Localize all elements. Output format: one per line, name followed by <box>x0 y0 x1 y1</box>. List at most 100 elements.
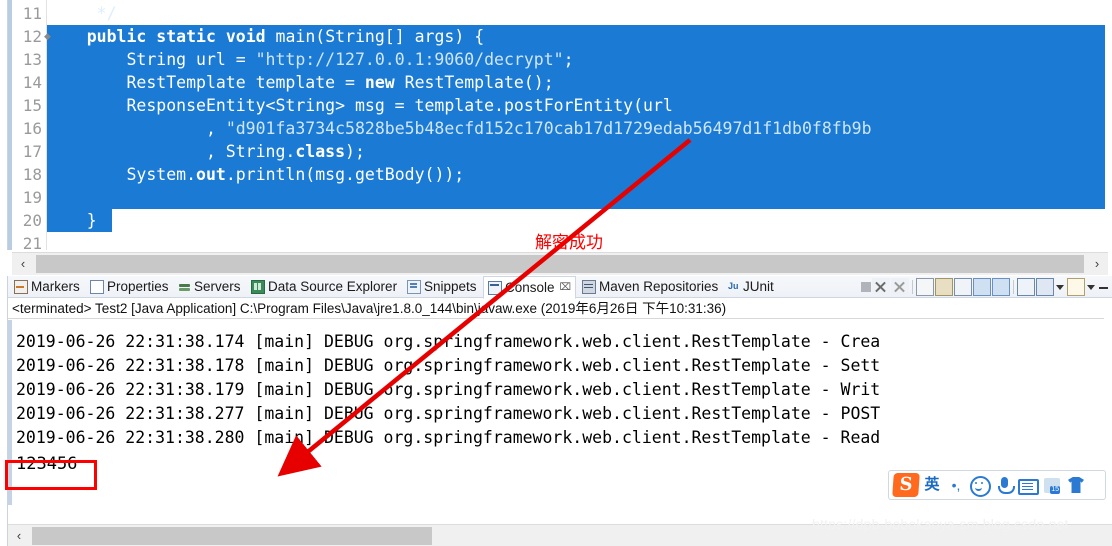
console-view-toolbar[interactable] <box>861 277 1110 296</box>
line-number: 14 <box>22 73 42 92</box>
tab-snippets[interactable]: Snippets <box>403 276 481 297</box>
code-editor[interactable]: 11 12 13 14 15 16 17 18 19 20 21 */ public static … <box>0 0 1112 250</box>
eclipse-ide-screenshot: 11 12 13 14 15 16 17 18 19 20 21 */ public static … <box>0 0 1112 546</box>
microphone-icon <box>997 477 1015 494</box>
tab-label: Maven Repositories <box>599 279 719 294</box>
tab-servers[interactable]: Servers <box>175 276 245 297</box>
soft-keyboard-button[interactable] <box>1017 473 1039 497</box>
sogou-logo-icon[interactable]: S <box>892 473 920 497</box>
maven-icon <box>582 279 596 294</box>
show-console-on-output-icon[interactable] <box>954 277 972 296</box>
editor-code-area[interactable]: */ public static void main(String[] args… <box>47 0 1105 250</box>
tab-data-source-explorer[interactable]: Data Source Explorer <box>247 276 401 297</box>
editor-selection-tail-cover <box>112 209 1105 232</box>
scrollbar-thumb[interactable] <box>36 255 1084 273</box>
tab-maven-repositories[interactable]: Maven Repositories <box>578 276 722 297</box>
code-line[interactable]: System.out.println(msg.getBody()); <box>47 163 464 186</box>
line-number: 21 <box>22 234 42 250</box>
display-selected-console-icon[interactable] <box>992 277 1010 296</box>
junit-icon: Ju <box>728 280 739 291</box>
clear-console-icon[interactable] <box>916 277 934 296</box>
code-line[interactable]: */ <box>47 2 117 25</box>
sogou-ime-toolbar[interactable]: S 英 •, <box>888 470 1106 500</box>
line-number: 20 <box>22 211 42 230</box>
punctuation-button[interactable]: •, <box>945 473 967 497</box>
new-console-view-icon[interactable] <box>1036 277 1054 296</box>
launch-status-line: <terminated> Test2 [Java Application] C:… <box>8 298 1104 319</box>
toolbar-separator-2 <box>1013 279 1014 294</box>
console-scroll-left-arrow-icon[interactable]: ‹ <box>8 525 30 546</box>
minimize-icon[interactable] <box>1098 279 1110 295</box>
line-number: 11 <box>22 4 42 23</box>
remove-all-terminated-icon[interactable] <box>891 277 909 296</box>
open-console-icon[interactable] <box>1017 277 1035 296</box>
view-tab-bar[interactable]: Markers Properties Servers Data Source Expl… <box>8 276 1112 299</box>
scroll-lock-icon[interactable] <box>935 277 953 296</box>
code-line[interactable]: public static void main(String[] args) { <box>47 25 484 48</box>
tab-label: Data Source Explorer <box>268 279 398 294</box>
line-number: 19 <box>22 188 42 207</box>
remove-launch-icon[interactable] <box>872 277 890 296</box>
tab-label: JUnit <box>743 279 774 294</box>
view-menu-dropdown-icon[interactable] <box>1086 279 1097 295</box>
tab-markers[interactable]: Markers <box>10 276 84 297</box>
open-console-dropdown-icon[interactable] <box>1055 279 1066 295</box>
editor-horizontal-scrollbar[interactable]: ‹ › <box>12 252 1108 275</box>
tab-label: Snippets <box>424 279 477 294</box>
markers-icon <box>14 279 28 294</box>
pin-console-icon[interactable] <box>973 277 991 296</box>
code-line[interactable]: , String.class); <box>47 140 365 163</box>
annotation-label: 解密成功 <box>535 233 603 253</box>
calendar-button[interactable] <box>1041 473 1063 497</box>
tab-label: Markers <box>31 279 80 294</box>
terminate-icon[interactable] <box>861 281 871 292</box>
console-output-area[interactable]: 2019-06-26 22:31:38.174 [main] DEBUG org… <box>8 320 1112 546</box>
line-number: 13 <box>22 50 42 69</box>
watermark-text: https://dpb-bobokaoya-sm.blog.csdn.net <box>812 516 1069 532</box>
tab-console[interactable]: Console ⌧ <box>483 276 576 299</box>
line-number: 12 <box>22 27 42 46</box>
console-scrollbar-thumb[interactable] <box>32 527 432 545</box>
tab-label: Console <box>505 280 555 295</box>
scroll-left-arrow-icon[interactable]: ‹ <box>12 253 34 275</box>
code-line[interactable]: String url = "http://127.0.0.1:9060/decr… <box>47 48 573 71</box>
code-fold-marker-icon[interactable]: ◆ <box>44 25 52 48</box>
servers-icon <box>179 281 191 293</box>
skin-button[interactable] <box>1065 473 1087 497</box>
tab-label: Properties <box>107 279 169 294</box>
bottom-view-panel: Markers Properties Servers Data Source Expl… <box>0 276 1112 546</box>
tab-junit[interactable]: Ju JUnit <box>724 276 778 297</box>
language-mode-button[interactable]: 英 <box>921 473 943 497</box>
console-log-line: 2019-06-26 22:31:38.280 [main] DEBUG org… <box>16 428 881 447</box>
code-line[interactable]: } <box>47 209 97 232</box>
tab-properties[interactable]: Properties <box>86 276 173 297</box>
line-number: 18 <box>22 165 42 184</box>
tshirt-icon <box>1068 477 1084 493</box>
code-line[interactable]: , "d901fa3734c5828be5b48ecfd152c170cab17… <box>47 117 872 140</box>
toolbar-separator <box>912 279 913 294</box>
close-icon[interactable]: ⌧ <box>560 282 572 293</box>
voice-input-button[interactable] <box>993 473 1015 497</box>
properties-icon <box>90 279 104 294</box>
calendar-icon <box>1044 478 1060 494</box>
line-number: 16 <box>22 119 42 138</box>
console-log-line: 2019-06-26 22:31:38.178 [main] DEBUG org… <box>16 356 881 375</box>
code-line[interactable]: RestTemplate template = new RestTemplate… <box>47 71 553 94</box>
emoji-button[interactable] <box>969 473 991 497</box>
console-log-line: 2019-06-26 22:31:38.277 [main] DEBUG org… <box>16 404 881 423</box>
scroll-right-arrow-icon[interactable]: › <box>1086 253 1108 275</box>
snippets-icon <box>407 279 421 294</box>
line-number: 17 <box>22 142 42 161</box>
smiley-icon <box>969 476 991 497</box>
editor-line-number-gutter: 11 12 13 14 15 16 17 18 19 20 21 <box>12 0 47 250</box>
console-log-line: 2019-06-26 22:31:38.174 [main] DEBUG org… <box>16 332 881 351</box>
code-line[interactable]: ResponseEntity<String> msg = template.po… <box>47 94 672 117</box>
panel-left-edge <box>0 276 8 546</box>
tab-label: Servers <box>194 279 241 294</box>
editor-left-edge <box>0 0 8 250</box>
database-icon <box>251 279 265 294</box>
line-number: 15 <box>22 96 42 115</box>
result-highlight-box <box>5 460 97 490</box>
view-menu-icon[interactable] <box>1067 277 1085 296</box>
console-log-line: 2019-06-26 22:31:38.179 [main] DEBUG org… <box>16 380 881 399</box>
